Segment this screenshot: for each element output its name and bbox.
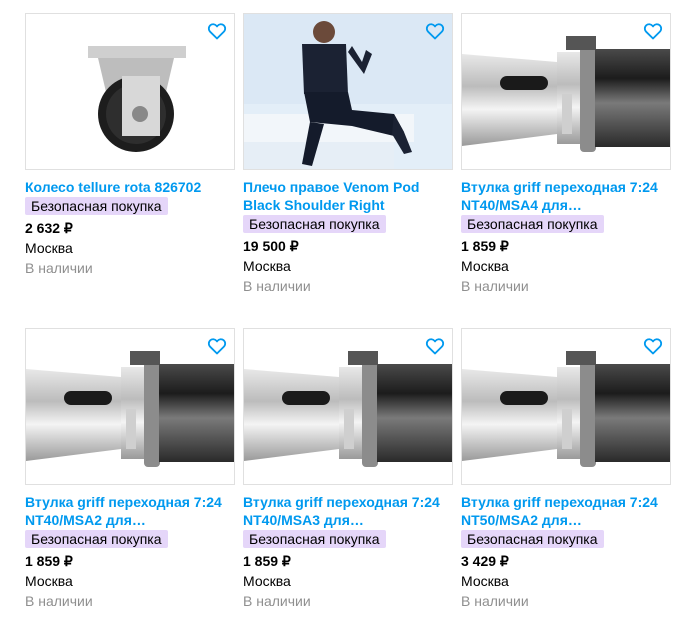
- product-city: Москва: [25, 573, 73, 589]
- product-city: Москва: [243, 573, 291, 589]
- availability-status: В наличии: [25, 593, 93, 609]
- safe-purchase-badge: Безопасная покупка: [461, 215, 604, 233]
- product-title[interactable]: Втулка griff переходная 7:24 NT40/MSA3 д…: [243, 493, 453, 529]
- product-image[interactable]: [461, 328, 671, 485]
- availability-status: В наличии: [461, 278, 529, 294]
- product-image[interactable]: [25, 13, 235, 170]
- product-title[interactable]: Втулка griff переходная 7:24 NT50/MSA2 д…: [461, 493, 671, 529]
- product-card[interactable]: Втулка griff переходная 7:24 NT40/MSA3 д…: [243, 328, 453, 610]
- product-image[interactable]: [243, 13, 453, 170]
- safe-purchase-badge: Безопасная покупка: [461, 530, 604, 548]
- product-price: 2 632 ₽: [25, 220, 73, 236]
- favorite-heart-icon[interactable]: [425, 21, 445, 41]
- product-image[interactable]: [243, 328, 453, 485]
- product-city: Москва: [243, 258, 291, 274]
- favorite-heart-icon[interactable]: [425, 336, 445, 356]
- product-card[interactable]: Колесо tellure rota 826702 Безопасная по…: [25, 13, 235, 277]
- product-title[interactable]: Втулка griff переходная 7:24 NT40/MSA2 д…: [25, 493, 235, 529]
- safe-purchase-badge: Безопасная покупка: [243, 215, 386, 233]
- safe-purchase-badge: Безопасная покупка: [25, 530, 168, 548]
- product-image[interactable]: [25, 328, 235, 485]
- product-price: 1 859 ₽: [25, 553, 73, 569]
- favorite-heart-icon[interactable]: [207, 336, 227, 356]
- product-image[interactable]: [461, 13, 671, 170]
- safe-purchase-badge: Безопасная покупка: [25, 197, 168, 215]
- product-price: 19 500 ₽: [243, 238, 299, 254]
- favorite-heart-icon[interactable]: [643, 21, 663, 41]
- product-price: 1 859 ₽: [243, 553, 291, 569]
- product-card[interactable]: Втулка griff переходная 7:24 NT40/MSA4 д…: [461, 13, 671, 295]
- favorite-heart-icon[interactable]: [207, 21, 227, 41]
- product-title[interactable]: Плечо правое Venom Pod Black Shoulder Ri…: [243, 178, 453, 214]
- availability-status: В наличии: [25, 260, 93, 276]
- product-price: 3 429 ₽: [461, 553, 509, 569]
- product-title[interactable]: Втулка griff переходная 7:24 NT40/MSA4 д…: [461, 178, 671, 214]
- availability-status: В наличии: [243, 593, 311, 609]
- product-city: Москва: [461, 258, 509, 274]
- product-title[interactable]: Колесо tellure rota 826702: [25, 178, 235, 196]
- product-city: Москва: [25, 240, 73, 256]
- product-card[interactable]: Втулка griff переходная 7:24 NT40/MSA2 д…: [25, 328, 235, 610]
- product-city: Москва: [461, 573, 509, 589]
- availability-status: В наличии: [243, 278, 311, 294]
- product-card[interactable]: Плечо правое Venom Pod Black Shoulder Ri…: [243, 13, 453, 295]
- product-price: 1 859 ₽: [461, 238, 509, 254]
- availability-status: В наличии: [461, 593, 529, 609]
- safe-purchase-badge: Безопасная покупка: [243, 530, 386, 548]
- product-card[interactable]: Втулка griff переходная 7:24 NT50/MSA2 д…: [461, 328, 671, 610]
- favorite-heart-icon[interactable]: [643, 336, 663, 356]
